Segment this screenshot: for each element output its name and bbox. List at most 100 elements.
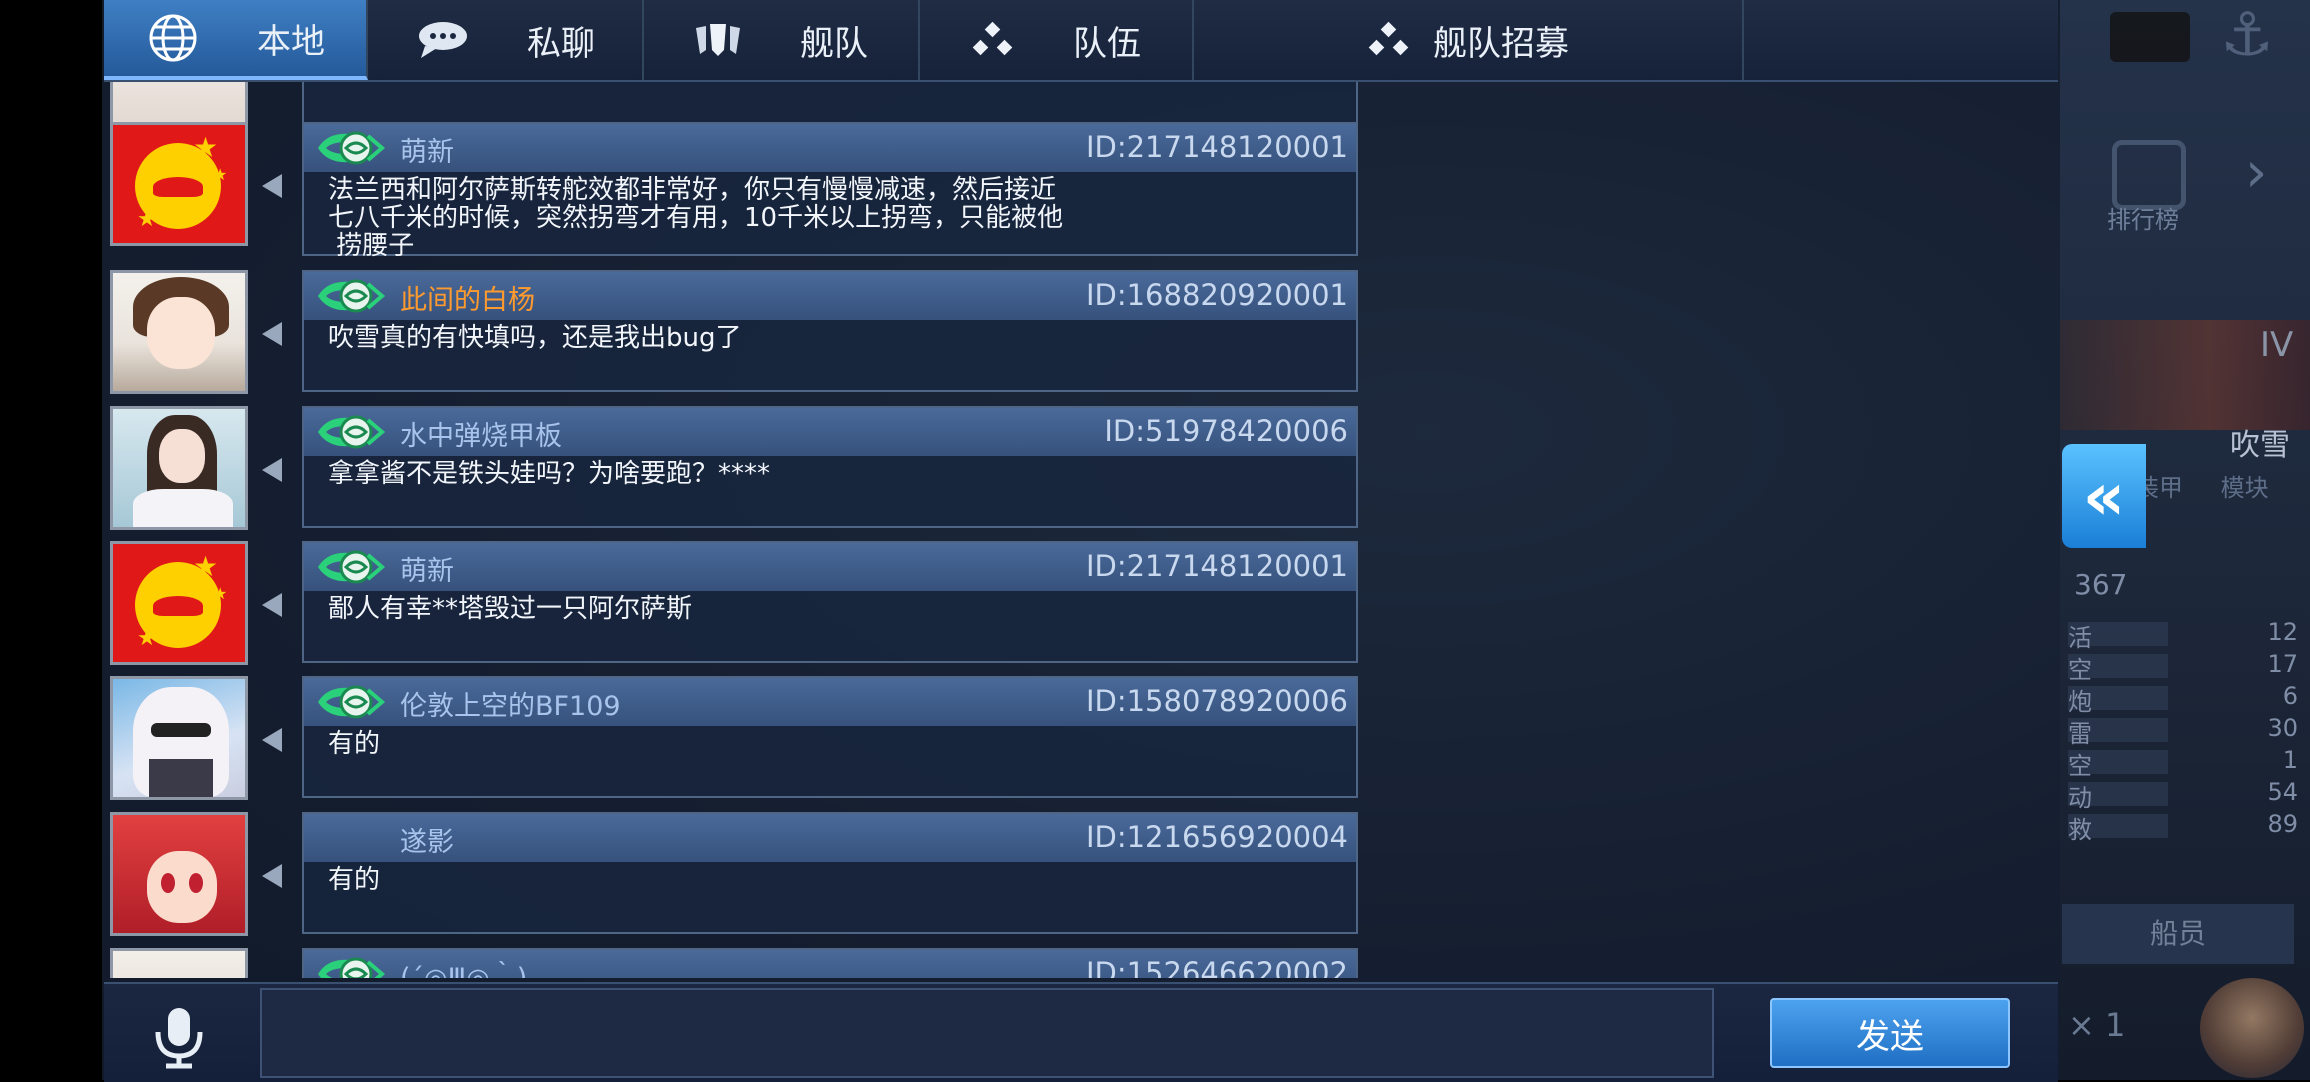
sender-id: ID:121656920004 bbox=[1085, 820, 1348, 854]
message-row: 遂影 ID:121656920004 有的 bbox=[104, 812, 1358, 944]
double-chevron-left-icon: « bbox=[2082, 457, 2126, 535]
stat-value: 54 bbox=[2267, 778, 2298, 806]
message-text: 法兰西和阿尔萨斯转舵效都非常好，你只有慢慢减速，然后接近 七八千米的时候，突然拐… bbox=[328, 175, 1064, 261]
sender-name[interactable]: 萌新 bbox=[400, 549, 454, 588]
avatar[interactable]: ★ ★ ★ bbox=[110, 541, 248, 665]
message-header: 萌新 ID:217148120001 bbox=[304, 124, 1356, 172]
star-icon: ★ bbox=[193, 131, 219, 164]
sender-name[interactable]: 萌新 bbox=[400, 130, 454, 169]
ship-tier: IV bbox=[2260, 325, 2294, 365]
stat-label: 雷 bbox=[2068, 720, 2092, 748]
message-bubble: 此间的白杨 ID:168820920001 吹雪真的有快填吗，还是我出bug了 bbox=[302, 270, 1358, 392]
chat-message-input[interactable] bbox=[260, 988, 1714, 1078]
tab-local-label: 本地 bbox=[257, 21, 325, 62]
anchor-icon: ⚓ bbox=[2220, 0, 2274, 70]
stat-label: 空 bbox=[2068, 656, 2092, 684]
star-icon: ★ bbox=[213, 165, 228, 184]
avatar[interactable] bbox=[110, 406, 248, 530]
message-row: 此间的白杨 ID:168820920001 吹雪真的有快填吗，还是我出bug了 bbox=[104, 270, 1358, 402]
stat-label: 活 bbox=[2068, 624, 2092, 652]
bubble-pointer bbox=[262, 593, 282, 617]
message-text: 拿拿酱不是铁头娃吗？为啥要跑？**** bbox=[328, 459, 771, 489]
sender-name[interactable]: (´◎Ⅲ◎｀) bbox=[400, 956, 527, 978]
stat-value: 17 bbox=[2267, 650, 2298, 678]
tab-team[interactable]: 队伍 bbox=[918, 0, 1194, 80]
bubble-pointer bbox=[262, 174, 282, 198]
message-text: 有的 bbox=[328, 865, 381, 895]
chat-bubble-icon bbox=[419, 22, 467, 58]
tab-fleet[interactable]: 舰队 bbox=[642, 0, 920, 80]
team-dots-icon bbox=[972, 21, 1013, 56]
collapse-chat-button[interactable]: « bbox=[2062, 444, 2146, 548]
avatar[interactable] bbox=[110, 812, 248, 936]
sender-id: ID:158078920006 bbox=[1085, 684, 1348, 718]
chevron-right-icon: › bbox=[2245, 140, 2268, 205]
tab-local[interactable]: 本地 bbox=[104, 0, 368, 80]
captain-avatar bbox=[2200, 978, 2304, 1078]
sender-name[interactable]: 水中弹烧甲板 bbox=[400, 414, 562, 453]
message-row: ★ ★ ★ 萌新 ID:217148120001 法兰西和阿尔萨斯转舵效都非常好… bbox=[104, 122, 1358, 260]
ship-stat-row: 活 12 bbox=[2068, 618, 2298, 652]
globe-icon bbox=[149, 14, 197, 62]
sender-id: ID:152646620002 bbox=[1085, 956, 1348, 978]
message-header: 萌新 ID:217148120001 bbox=[304, 543, 1356, 591]
message-bubble: 萌新 ID:217148120001 法兰西和阿尔萨斯转舵效都非常好，你只有慢慢… bbox=[302, 122, 1358, 260]
avatar[interactable] bbox=[110, 948, 248, 978]
message-row: 伦敦上空的BF109 ID:158078920006 有的 bbox=[104, 676, 1358, 808]
sender-name[interactable]: 伦敦上空的BF109 bbox=[400, 684, 621, 723]
star-icon: ★ bbox=[137, 626, 157, 651]
tab-fleet-recruit-label: 舰队招募 bbox=[1433, 23, 1569, 64]
microphone-icon[interactable] bbox=[144, 1002, 214, 1072]
ship-name: 吹雪 bbox=[2230, 428, 2290, 463]
message-text: 鄙人有幸**塔毁过一只阿尔萨斯 bbox=[328, 594, 693, 624]
stat-label: 空 bbox=[2068, 752, 2092, 780]
bubble-pointer bbox=[262, 458, 282, 482]
bubble-pointer bbox=[262, 322, 282, 346]
rank-badge-icon bbox=[318, 131, 386, 165]
rank-badge-icon bbox=[318, 279, 386, 313]
ship-stat-row: 救 89 bbox=[2068, 810, 2298, 844]
sender-name[interactable]: 此间的白杨 bbox=[400, 278, 535, 317]
ship-stat-row: 动 54 bbox=[2068, 778, 2298, 812]
rank-badge-icon bbox=[318, 685, 386, 719]
sender-name[interactable]: 遂影 bbox=[400, 820, 454, 859]
avatar[interactable]: ★ ★ ★ bbox=[110, 122, 248, 246]
stat-value: 12 bbox=[2267, 618, 2298, 646]
tab-team-label: 队伍 bbox=[1073, 23, 1141, 64]
star-icon: ★ bbox=[213, 584, 228, 603]
message-row: (´◎Ⅲ◎｀) ID:152646620002 bbox=[104, 948, 1358, 978]
message-bubble: 遂影 ID:121656920004 有的 bbox=[302, 812, 1358, 934]
stat-label: 炮 bbox=[2068, 688, 2092, 716]
message-text: 有的 bbox=[328, 729, 381, 759]
send-button[interactable]: 发送 bbox=[1770, 998, 2010, 1068]
team-dots-icon bbox=[1368, 21, 1409, 56]
tab-private-chat[interactable]: 私聊 bbox=[368, 0, 644, 80]
tab-fleet-recruit[interactable]: 舰队招募 bbox=[1192, 0, 1744, 80]
power-value: 367 bbox=[2074, 568, 2128, 601]
bubble-pointer bbox=[262, 728, 282, 752]
message-bubble: 伦敦上空的BF109 ID:158078920006 有的 bbox=[302, 676, 1358, 798]
left-black-margin bbox=[0, 0, 102, 1080]
message-bubble: (´◎Ⅲ◎｀) ID:152646620002 bbox=[302, 948, 1358, 978]
message-row: ★ ★ ★ 萌新 ID:217148120001 鄙人有幸**塔毁过一只阿尔萨斯 bbox=[104, 541, 1358, 673]
crew-button: 船员 bbox=[2062, 904, 2294, 964]
tab-module: 模块 bbox=[2220, 474, 2269, 502]
stat-label: 救 bbox=[2068, 816, 2092, 844]
tab-fleet-label: 舰队 bbox=[800, 23, 868, 64]
ship-thumbnail-icon bbox=[2110, 12, 2190, 62]
message-text: 吹雪真的有快填吗，还是我出bug了 bbox=[328, 323, 742, 353]
stat-value: 89 bbox=[2267, 810, 2298, 838]
stat-value: 1 bbox=[2282, 746, 2298, 774]
message-bubble: 水中弹烧甲板 ID:51978420006 拿拿酱不是铁头娃吗？为啥要跑？***… bbox=[302, 406, 1358, 528]
chat-tab-bar: 本地 私聊 舰队 队伍 舰队招募 bbox=[104, 0, 2058, 82]
avatar[interactable] bbox=[110, 676, 248, 800]
avatar[interactable] bbox=[110, 270, 248, 394]
message-list[interactable]: ★ ★ ★ 萌新 ID:217148120001 法兰西和阿尔萨斯转舵效都非常好… bbox=[104, 82, 1358, 978]
stat-value: 6 bbox=[2282, 682, 2298, 710]
background-tabs: 装甲 模块 bbox=[2135, 468, 2269, 503]
rank-badge-icon bbox=[318, 550, 386, 584]
message-header: 遂影 ID:121656920004 bbox=[304, 814, 1356, 862]
message-header: 伦敦上空的BF109 ID:158078920006 bbox=[304, 678, 1356, 726]
star-icon: ★ bbox=[137, 207, 157, 232]
stat-label: 动 bbox=[2068, 784, 2092, 812]
